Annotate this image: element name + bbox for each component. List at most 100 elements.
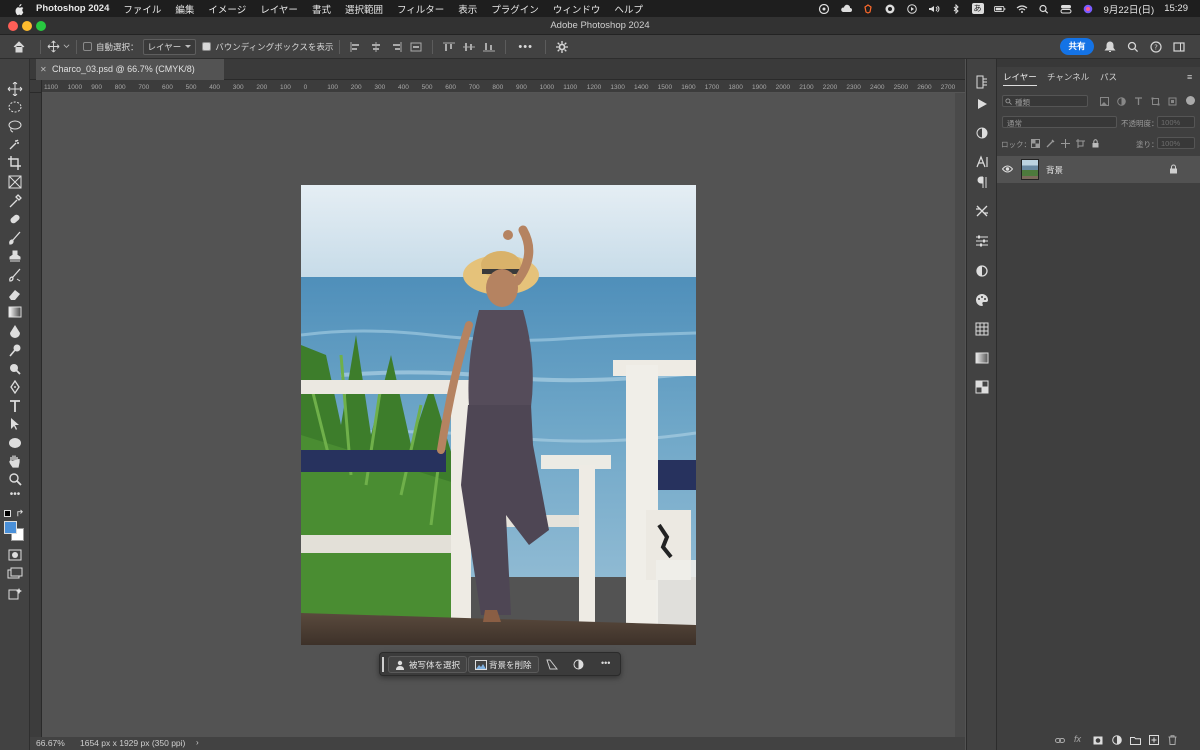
align-center-horizontal-icon[interactable] bbox=[370, 41, 382, 52]
align-bottom-icon[interactable] bbox=[483, 42, 496, 52]
more-options-icon[interactable]: ••• bbox=[518, 41, 533, 53]
chevron-down-icon[interactable] bbox=[63, 43, 70, 50]
new-adjustment-layer-icon[interactable] bbox=[1112, 735, 1122, 745]
screen-mode-icon[interactable] bbox=[7, 567, 23, 581]
type-tool-icon[interactable] bbox=[7, 399, 23, 413]
quick-mask-icon[interactable] bbox=[7, 548, 23, 562]
zoom-tool-icon[interactable] bbox=[7, 472, 23, 486]
battery-icon[interactable] bbox=[993, 4, 1006, 14]
home-icon[interactable] bbox=[12, 40, 26, 54]
zoom-in-circle-icon[interactable] bbox=[7, 361, 23, 375]
vertical-scrollbar[interactable] bbox=[955, 93, 965, 737]
more-options-icon[interactable]: ••• bbox=[601, 658, 610, 668]
foreground-color-swatch[interactable] bbox=[4, 521, 17, 534]
character-icon[interactable] bbox=[975, 155, 989, 169]
tab-layers[interactable]: レイヤー bbox=[1003, 68, 1037, 86]
history-brush-tool-icon[interactable] bbox=[7, 268, 23, 282]
close-icon[interactable]: ✕ bbox=[40, 59, 47, 80]
share-button[interactable]: 共有 bbox=[1060, 38, 1094, 55]
zoom-level[interactable]: 66.67% bbox=[36, 738, 65, 748]
chevron-right-icon[interactable]: › bbox=[196, 738, 199, 747]
select-subject-button[interactable]: 被写体を選択 bbox=[388, 656, 468, 673]
color-palette-icon[interactable] bbox=[975, 293, 989, 307]
crop-tool-icon[interactable] bbox=[7, 156, 23, 170]
ellipse-tool-icon[interactable] bbox=[7, 436, 23, 450]
filter-adjustment-icon[interactable] bbox=[1117, 97, 1126, 106]
input-method-indicator[interactable]: あ bbox=[971, 3, 984, 14]
play-icon[interactable] bbox=[906, 3, 918, 14]
object-selection-tool-icon[interactable] bbox=[7, 138, 23, 152]
pen-tool-icon[interactable] bbox=[7, 380, 23, 394]
align-top-icon[interactable] bbox=[443, 42, 456, 52]
adjustment-icon[interactable] bbox=[573, 659, 584, 670]
marquee-tool-icon[interactable] bbox=[7, 100, 23, 114]
menubar-time[interactable]: 15:29 bbox=[1164, 3, 1188, 14]
spotlight-search-icon[interactable] bbox=[1038, 4, 1050, 14]
filter-pixel-icon[interactable] bbox=[1100, 97, 1109, 106]
grammarly-icon[interactable] bbox=[884, 4, 896, 14]
wifi-icon[interactable] bbox=[1016, 4, 1028, 14]
layer-filter-dropdown[interactable]: 種類 bbox=[1002, 95, 1088, 107]
lock-image-pixels-icon[interactable] bbox=[1046, 139, 1055, 148]
dodge-tool-icon[interactable] bbox=[7, 343, 23, 357]
lock-all-icon[interactable] bbox=[1091, 139, 1100, 148]
frame-tool-icon[interactable] bbox=[7, 175, 23, 189]
menu-help[interactable]: ヘルプ bbox=[614, 2, 643, 16]
volume-icon[interactable] bbox=[928, 4, 940, 14]
filter-smart-object-icon[interactable] bbox=[1168, 97, 1177, 106]
brave-icon[interactable] bbox=[862, 3, 874, 14]
align-middle-vertical-icon[interactable] bbox=[463, 42, 476, 52]
layer-style-fx-icon[interactable]: fx bbox=[1074, 734, 1081, 744]
adjustments-history-icon[interactable] bbox=[975, 126, 989, 140]
menu-type[interactable]: 書式 bbox=[312, 2, 331, 16]
add-mask-icon[interactable] bbox=[1093, 736, 1103, 745]
spot-healing-brush-icon[interactable] bbox=[7, 212, 23, 226]
swap-colors-icon[interactable] bbox=[16, 509, 25, 518]
blur-tool-icon[interactable] bbox=[7, 324, 23, 338]
new-group-folder-icon[interactable] bbox=[1130, 736, 1141, 745]
hand-tool-icon[interactable] bbox=[7, 454, 23, 468]
align-right-icon[interactable] bbox=[390, 41, 402, 52]
menu-plugins[interactable]: プラグイン bbox=[491, 2, 539, 16]
eye-icon[interactable] bbox=[1002, 165, 1013, 173]
lock-position-icon[interactable] bbox=[1061, 139, 1070, 148]
notifications-bell-icon[interactable] bbox=[1104, 41, 1116, 53]
filter-shape-icon[interactable] bbox=[1151, 97, 1160, 106]
history-icon[interactable] bbox=[975, 75, 989, 89]
cloud-icon[interactable] bbox=[840, 4, 852, 14]
menubar-date[interactable]: 9月22日(日) bbox=[1104, 2, 1155, 16]
tab-channels[interactable]: チャンネル bbox=[1047, 68, 1089, 86]
canvas-image[interactable] bbox=[301, 185, 696, 645]
menu-window[interactable]: ウィンドウ bbox=[553, 2, 601, 16]
control-center-icon[interactable] bbox=[1060, 4, 1072, 14]
menu-view[interactable]: 表示 bbox=[458, 2, 477, 16]
brushes-icon[interactable] bbox=[975, 204, 989, 218]
transform-icon[interactable] bbox=[546, 659, 558, 670]
align-left-icon[interactable] bbox=[350, 41, 362, 52]
bounding-box-checkbox[interactable] bbox=[202, 42, 212, 51]
lock-artboard-icon[interactable] bbox=[1076, 139, 1085, 148]
brush-tool-icon[interactable] bbox=[7, 231, 23, 245]
gear-icon[interactable] bbox=[555, 40, 568, 53]
menu-filter[interactable]: フィルター bbox=[397, 2, 444, 16]
delete-layer-trash-icon[interactable] bbox=[1168, 735, 1177, 745]
siri-icon[interactable] bbox=[1082, 4, 1094, 14]
gradient-tool-icon[interactable] bbox=[7, 305, 23, 319]
adjustments-icon[interactable] bbox=[975, 264, 989, 278]
eraser-tool-icon[interactable] bbox=[7, 287, 23, 301]
panel-menu-icon[interactable]: ≡ bbox=[1187, 68, 1192, 86]
edit-toolbar-icon[interactable]: ••• bbox=[7, 489, 23, 503]
minimize-window-button[interactable] bbox=[22, 21, 32, 31]
distribute-icon[interactable] bbox=[410, 42, 422, 52]
opacity-input[interactable]: 100% bbox=[1157, 116, 1195, 128]
actions-play-icon[interactable] bbox=[975, 97, 989, 111]
auto-select-checkbox[interactable] bbox=[83, 42, 92, 51]
swatches-grid-icon[interactable] bbox=[975, 322, 989, 336]
filter-type-icon[interactable] bbox=[1134, 97, 1143, 106]
blend-mode-dropdown[interactable]: 通常 bbox=[1002, 116, 1117, 128]
close-window-button[interactable] bbox=[8, 21, 18, 31]
layer-thumbnail[interactable] bbox=[1021, 159, 1039, 180]
menu-select[interactable]: 選択範囲 bbox=[345, 2, 383, 16]
menu-file[interactable]: ファイル bbox=[123, 2, 161, 16]
vertical-ruler[interactable] bbox=[30, 80, 42, 737]
